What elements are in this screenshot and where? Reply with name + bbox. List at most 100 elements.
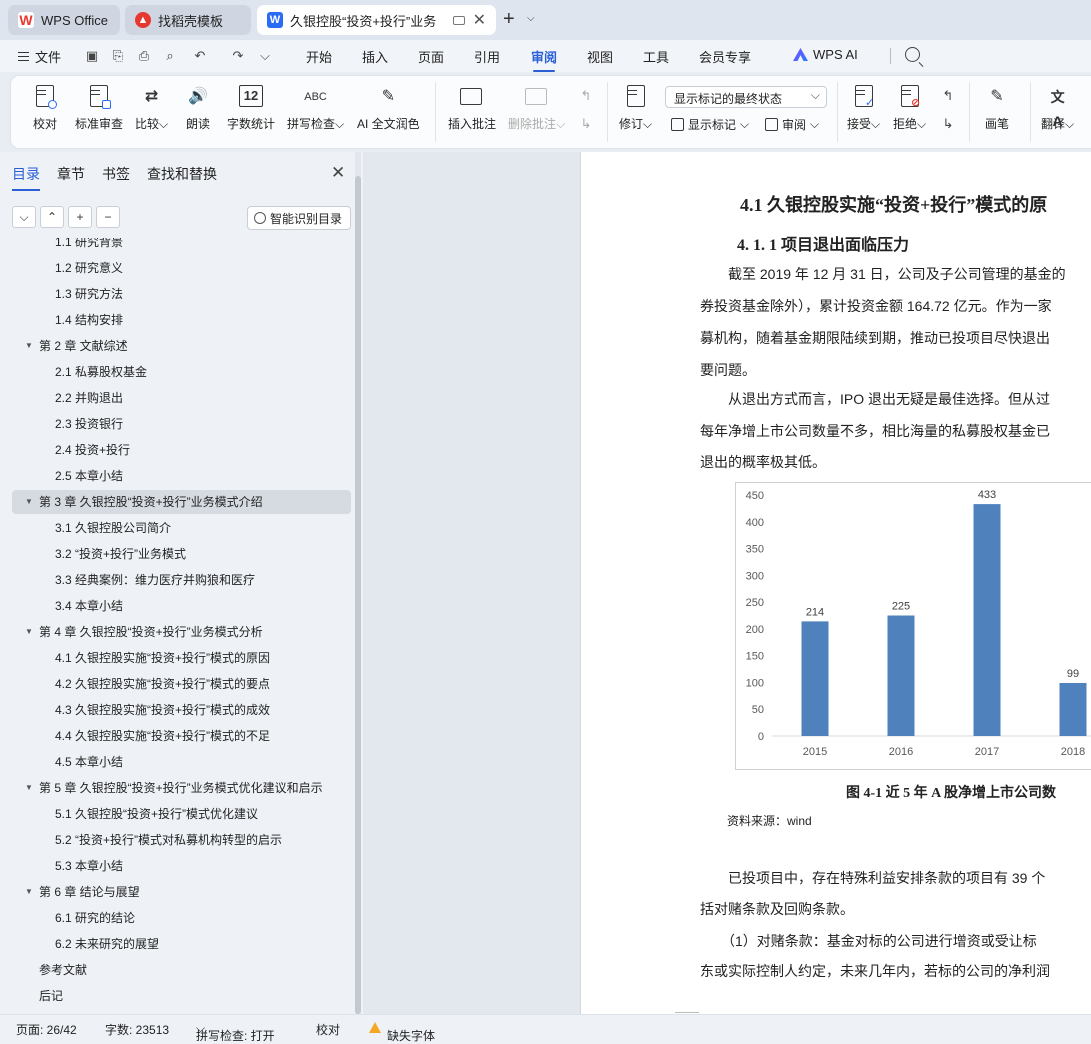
menu-insert[interactable]: 插入 [362,47,388,66]
expand-caret-icon[interactable]: ▼ [25,490,33,514]
collapse-chevron-down-icon[interactable]: ⌵ [12,206,36,228]
standard-review-button[interactable]: 标准审查 [75,76,123,148]
toc-item[interactable]: 2.4 投资+投行 [12,438,351,462]
ai-polish-button[interactable]: ✎ AI 全文润色 [357,76,420,148]
new-tab-plus-icon[interactable]: + [503,8,515,31]
toc-item[interactable]: 参考文献 [12,958,351,982]
toc-item[interactable]: 4.1 久银控股实施“投资+投行”模式的原因 [12,646,351,670]
track-changes-button[interactable]: 修订⌵ [619,76,652,148]
spell-check-button[interactable]: ABC 拼写检查⌵ [287,76,344,148]
spell-check-status[interactable]: 拼写检查: 打开 ⌵ [196,1021,275,1043]
toc-item[interactable]: 2.1 私募股权基金 [12,360,351,384]
expand-chevron-up-icon[interactable]: ⌃ [40,206,64,228]
toc-item[interactable]: 6.2 未来研究的展望 [12,932,351,956]
expand-caret-icon[interactable]: ▼ [25,620,33,644]
review-pane-button[interactable]: 审阅 ⌵ [765,116,819,133]
nav-scrollbar[interactable] [355,152,361,1014]
embedded-bar-chart[interactable]: 0 50 100 150 200 250 300 350 400 450 214 2015 225 201… [735,482,1091,770]
toc-chapter-item[interactable]: ▼ 第 4 章 久银控股“投资+投行”业务模式分析 [12,620,351,644]
toc-chapter-item[interactable]: ▼ 第 5 章 久银控股“投资+投行”业务模式优化建议和启示 [12,776,351,800]
toc-item[interactable]: 1.2 研究意义 [12,256,351,280]
tab-daoke-templates[interactable]: ▲ 找稻壳模板 [125,5,251,35]
menu-references[interactable]: 引用 [474,47,500,66]
nav-tab-find-replace[interactable]: 查找和替换 [147,164,217,184]
compare-button[interactable]: ⇄ 比较⌵ [135,76,168,148]
toc-item[interactable]: 3.4 本章小结 [12,594,351,618]
menu-start[interactable]: 开始 [306,47,332,66]
toc-chapter-item[interactable]: ▼ 第 2 章 文献综述 [12,334,351,358]
toc-item[interactable]: 1.4 结构安排 [12,308,351,332]
tab-document[interactable]: W 久银控股“投资+投行”业务 ✕ [257,5,496,35]
toc-item[interactable]: 5.1 久银控股“投资+投行”模式优化建议 [12,802,351,826]
toc-item[interactable]: 1.1 研究背景 [12,238,351,254]
toc-item[interactable]: 4.3 久银控股实施“投资+投行”模式的成效 [12,698,351,722]
menu-tools[interactable]: 工具 [643,47,669,66]
word-count-button[interactable]: 12 字数统计 [227,76,275,148]
nav-tab-toc[interactable]: 目录 [12,164,40,191]
document-page[interactable]: 4.1 久银控股实施“投资+投行”模式的原 4. 1. 1 项目退出面临压力 截… [580,152,1091,1014]
insert-comment-button[interactable]: 插入批注 [448,76,496,148]
close-nav-pane-icon[interactable]: ✕ [331,163,345,183]
word-count-status[interactable]: 字数: 23513 [105,1021,169,1038]
read-aloud-button[interactable]: 🔊 朗读 [186,76,210,148]
next-change-icon[interactable]: ↳ [940,116,956,132]
next-comment-icon[interactable]: ↳ [578,116,594,132]
nav-scrollbar-thumb[interactable] [355,176,361,1014]
close-tab-icon[interactable]: ✕ [473,10,486,30]
toc-item[interactable]: 6.1 研究的结论 [12,906,351,930]
new-tab-chevron-down-icon[interactable]: ⌵ [527,13,535,24]
toc-item[interactable]: 3.3 经典案例：维力医疗并购狼和医疗 [12,568,351,592]
expand-caret-icon[interactable]: ▼ [25,776,33,800]
toc-item[interactable]: 5.3 本章小结 [12,854,351,878]
missing-font-status[interactable]: 缺失字体 [369,1021,435,1043]
smart-toc-button[interactable]: 智能识别目录 [247,206,351,230]
save-icon[interactable]: ▣ [84,48,100,64]
toc-chapter-item[interactable]: ▼ 第 3 章 久银控股“投资+投行”业务模式介绍 [12,490,351,514]
add-heading-plus-icon[interactable]: + [68,206,92,228]
menu-view[interactable]: 视图 [587,47,613,66]
remove-heading-minus-icon[interactable]: − [96,206,120,228]
page-indicator[interactable]: 页面: 26/42 [16,1021,77,1038]
toc-item[interactable]: 2.2 并购退出 [12,386,351,410]
toc-chapter-item[interactable]: ▼ 第 6 章 结论与展望 [12,880,351,904]
show-markup-button[interactable]: 显示标记 ⌵ [671,116,749,133]
toc-item[interactable]: 4.5 本章小结 [12,750,351,774]
undo-icon[interactable]: ↶ [192,48,208,64]
redo-icon[interactable]: ↷ [230,48,246,64]
toc-item[interactable]: 后记 [12,984,351,1008]
toc-item[interactable]: 2.3 投资银行 [12,412,351,436]
screen-icon[interactable] [452,15,465,25]
search-icon[interactable] [905,47,920,62]
previous-comment-icon[interactable]: ↰ [578,88,594,104]
draw-pen-button[interactable]: ✎ 画笔 [985,76,1009,148]
toc-item[interactable]: 5.2 “投资+投行”模式对私募机构转型的启示 [12,828,351,852]
quick-access-chevron-down-icon[interactable]: ⌵ [257,48,273,64]
file-menu-button[interactable]: 文件 [18,47,61,66]
menu-review[interactable]: 审阅 [531,47,557,72]
delete-comment-button[interactable]: 删除批注⌵ [508,76,565,148]
previous-change-icon[interactable]: ↰ [940,88,956,104]
reject-button[interactable]: ⊘ 拒绝⌵ [893,76,926,148]
export-icon[interactable]: ⎘ [110,48,126,64]
proofread-status[interactable]: 校对 [316,1021,340,1038]
tab-wps-office[interactable]: W WPS Office [8,5,120,35]
toc-item[interactable]: 2.5 本章小结 [12,464,351,488]
toc-item[interactable]: 4.2 久银控股实施“投资+投行”模式的要点 [12,672,351,696]
menu-wps-ai[interactable]: WPS AI [793,47,858,62]
expand-caret-icon[interactable]: ▼ [25,334,33,358]
toc-item[interactable]: 3.2 “投资+投行”业务模式 [12,542,351,566]
toc-item[interactable]: 4.4 久银控股实施“投资+投行”模式的不足 [12,724,351,748]
print-preview-icon[interactable]: ⌕ [162,48,178,64]
menu-page[interactable]: 页面 [418,47,444,66]
menu-member[interactable]: 会员专享 [699,47,751,66]
toc-item[interactable]: 1.3 研究方法 [12,282,351,306]
print-icon[interactable]: ⎙ [136,48,152,64]
translate-button[interactable]: 文A 翻译⌵ [1041,76,1074,148]
proofread-button[interactable]: 校对 [33,76,57,148]
nav-tab-bookmarks[interactable]: 书签 [102,164,130,184]
nav-tab-sections[interactable]: 章节 [57,164,85,184]
accept-button[interactable]: ✓ 接受⌵ [847,76,880,148]
expand-caret-icon[interactable]: ▼ [25,880,33,904]
markup-mode-select[interactable]: 显示标记的最终状态 [665,86,827,108]
toc-item[interactable]: 3.1 久银控股公司简介 [12,516,351,540]
